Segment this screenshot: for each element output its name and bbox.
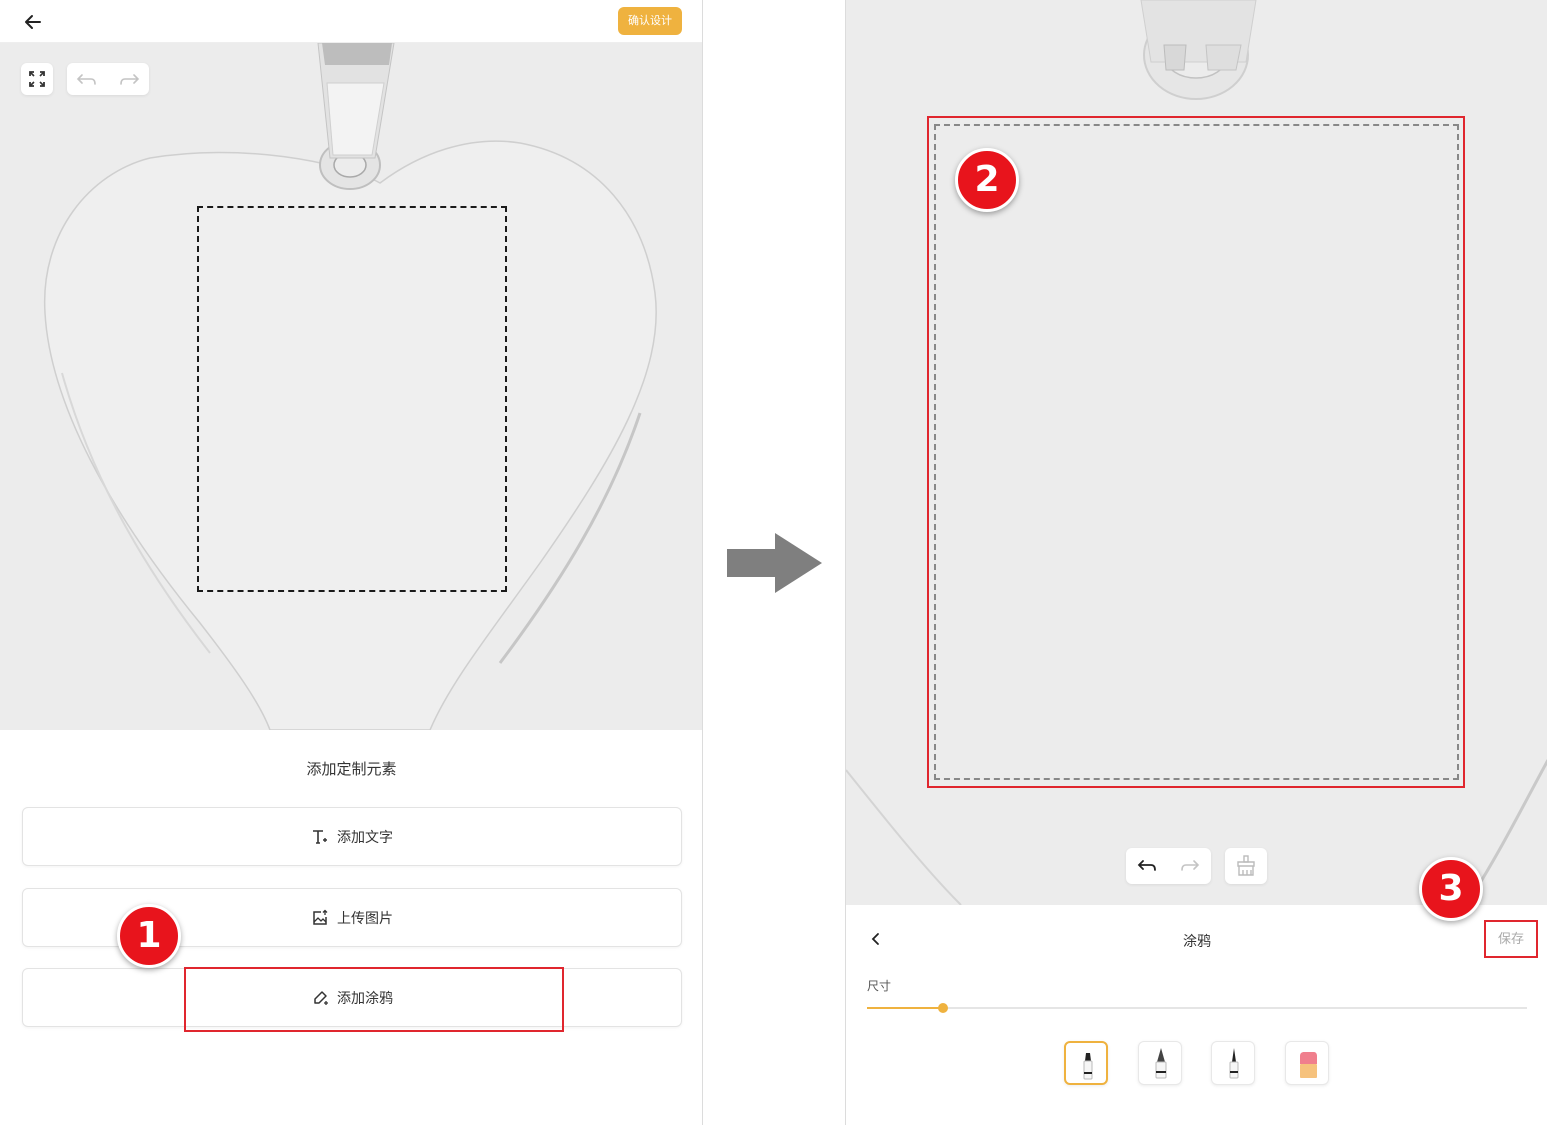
redo-icon (1181, 860, 1200, 871)
redo-icon (120, 74, 140, 85)
highlight-save (1484, 920, 1538, 958)
product-preview-canvas[interactable] (0, 43, 702, 730)
add-element-sheet: 添加定制元素 添加文字 上传图片 添加涂鸦 (0, 730, 702, 1125)
add-text-button[interactable]: 添加文字 (22, 807, 682, 866)
doodle-title: 涂鸦 (1183, 934, 1211, 950)
slider-fill (867, 1007, 943, 1009)
undo-icon (76, 74, 96, 85)
undo-icon (1137, 860, 1156, 871)
sheet-title: 添加定制元素 (306, 760, 397, 778)
step-3-badge: 3 (1419, 857, 1483, 921)
eraser-icon (1300, 1052, 1317, 1078)
marker-pen-icon (1083, 1053, 1093, 1080)
fullscreen-button[interactable] (21, 63, 53, 95)
undo-redo-group (1126, 848, 1211, 884)
redo-button[interactable] (108, 63, 149, 95)
upload-image-label: 上传图片 (337, 910, 393, 927)
slider-thumb[interactable] (937, 1003, 948, 1013)
undo-button[interactable] (1126, 848, 1168, 884)
left-screen: 确认设计 添加定制元素 添加文字 上传图片 添加涂鸦 (0, 0, 703, 1125)
expand-icon (29, 71, 45, 87)
slider-track (867, 1007, 1527, 1009)
design-area[interactable] (197, 206, 507, 592)
brush-size-slider[interactable] (867, 1002, 1527, 1014)
fine-pen-icon (1229, 1048, 1239, 1079)
fountain-pen-button[interactable] (1138, 1041, 1182, 1085)
highlight-add-doodle (184, 967, 564, 1032)
marker-pen-button[interactable] (1064, 1041, 1108, 1085)
doodle-canvas[interactable] (846, 0, 1547, 905)
fine-pen-button[interactable] (1211, 1041, 1255, 1085)
text-add-icon (313, 829, 327, 844)
redo-button[interactable] (1169, 848, 1211, 884)
size-label: 尺寸 (867, 979, 892, 993)
fountain-pen-icon (1155, 1048, 1167, 1079)
right-screen: 涂鸦 保存 尺寸 (845, 0, 1547, 1125)
doodle-tool-sheet: 涂鸦 保存 尺寸 (846, 905, 1547, 1125)
undo-redo-group (67, 63, 149, 95)
image-upload-icon (313, 909, 328, 925)
top-bar: 确认设计 (0, 0, 702, 43)
confirm-design-button[interactable]: 确认设计 (618, 7, 682, 35)
clear-canvas-button[interactable] (1225, 848, 1267, 884)
flow-arrow-icon (727, 533, 822, 593)
eraser-button[interactable] (1285, 1041, 1329, 1085)
step-2-badge: 2 (955, 148, 1019, 212)
step-1-badge: 1 (117, 904, 181, 968)
broom-icon (1237, 855, 1255, 876)
highlight-drawing-area (927, 116, 1465, 788)
back-arrow-icon[interactable] (20, 9, 46, 35)
undo-button[interactable] (67, 63, 108, 95)
add-text-label: 添加文字 (337, 829, 393, 846)
